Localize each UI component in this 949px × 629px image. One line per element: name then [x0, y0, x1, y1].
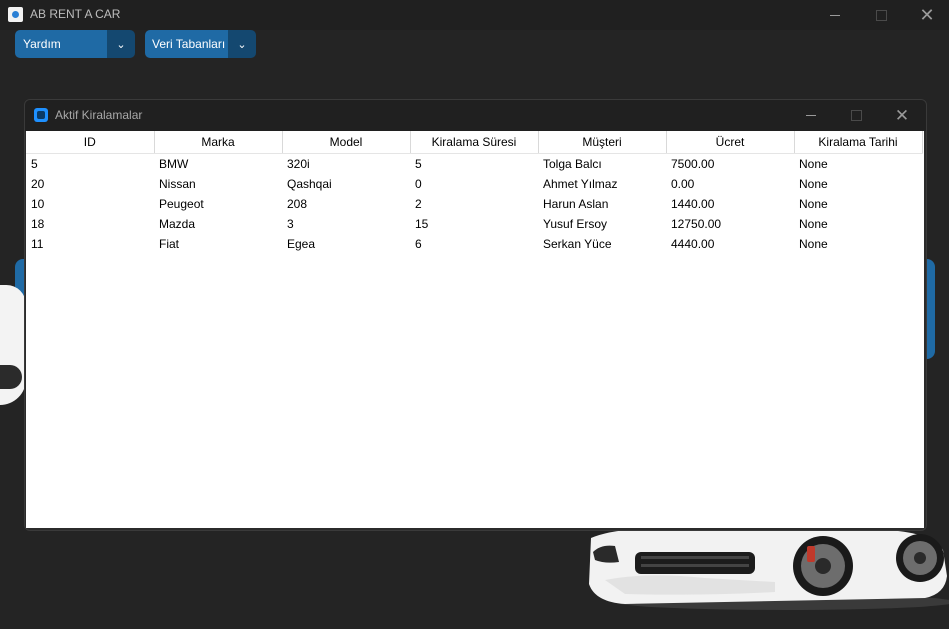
table-cell: 5 — [415, 157, 422, 171]
car-image — [589, 528, 949, 610]
table-cell: Ahmet Yılmaz — [543, 177, 618, 191]
window-title: AB RENT A CAR — [30, 7, 121, 21]
child-title-bar: Aktif Kiralamalar ✕ — [25, 100, 926, 131]
table-cell: 7500.00 — [671, 157, 715, 171]
table-cell: 2 — [415, 197, 422, 211]
table-cell: Yusuf Ersoy — [543, 217, 608, 231]
close-icon[interactable]: ✕ — [879, 100, 925, 131]
table-row[interactable]: 11 Fiat Egea 6 Serkan Yüce 4440.00 None — [26, 234, 922, 254]
table-cell: 3 — [287, 217, 294, 231]
title-bar: AB RENT A CAR ✕ — [0, 0, 949, 30]
help-option-menu-label[interactable]: Yardım — [15, 30, 107, 58]
table-cell: Harun Aslan — [543, 197, 609, 211]
column-header-id[interactable]: ID — [26, 131, 155, 154]
table-row[interactable]: 20 Nissan Qashqai 0 Ahmet Yılmaz 0.00 No… — [26, 174, 922, 194]
table-cell: None — [799, 157, 828, 171]
maximize-icon[interactable] — [858, 0, 904, 30]
close-icon[interactable]: ✕ — [904, 0, 949, 30]
column-header-duration[interactable]: Kiralama Süresi — [410, 131, 539, 154]
table-cell: 1440.00 — [671, 197, 715, 211]
table-cell: Mazda — [159, 217, 196, 231]
table-cell: Nissan — [159, 177, 196, 191]
table-cell: 11 — [31, 237, 44, 251]
table-cell: Serkan Yüce — [543, 237, 612, 251]
table-cell: BMW — [159, 157, 189, 171]
table-cell: 15 — [415, 217, 429, 231]
table-cell: 0 — [415, 177, 422, 191]
active-rentals-window: Aktif Kiralamalar ✕ ID Marka Model Kiral… — [24, 99, 927, 531]
table-cell: 320i — [287, 157, 310, 171]
chevron-down-icon[interactable]: ⌄ — [107, 30, 135, 58]
table-cell: 208 — [287, 197, 308, 211]
table-cell: 4440.00 — [671, 237, 715, 251]
window-app-icon — [34, 108, 48, 122]
databases-option-menu[interactable]: Veri Tabanları ⌄ — [145, 30, 256, 58]
table-cell: 10 — [31, 197, 45, 211]
help-option-menu[interactable]: Yardım ⌄ — [15, 30, 135, 58]
child-window-title: Aktif Kiralamalar — [55, 108, 143, 122]
app-icon — [8, 7, 23, 22]
databases-option-menu-label[interactable]: Veri Tabanları — [145, 30, 228, 58]
table-cell: None — [799, 217, 828, 231]
table-header-row: ID Marka Model Kiralama Süresi Müşteri Ü… — [26, 131, 923, 154]
table-cell: 5 — [31, 157, 38, 171]
table-cell: None — [799, 237, 828, 251]
column-header-model[interactable]: Model — [282, 131, 411, 154]
rentals-table: ID Marka Model Kiralama Süresi Müşteri Ü… — [26, 131, 923, 254]
minimize-icon[interactable] — [788, 100, 834, 131]
table-cell: 20 — [31, 177, 45, 191]
minimize-icon[interactable] — [812, 0, 858, 30]
table-row[interactable]: 5 BMW 320i 5 Tolga Balcı 7500.00 None — [26, 154, 922, 175]
table-cell: 0.00 — [671, 177, 695, 191]
table-cell: Tolga Balcı — [543, 157, 602, 171]
table-cell: Fiat — [159, 237, 180, 251]
table-cell: 6 — [415, 237, 422, 251]
column-header-date[interactable]: Kiralama Tarihi — [794, 131, 923, 154]
table-cell: None — [799, 197, 828, 211]
table-row[interactable]: 10 Peugeot 208 2 Harun Aslan 1440.00 Non… — [26, 194, 922, 214]
column-header-fee[interactable]: Ücret — [666, 131, 795, 154]
column-header-customer[interactable]: Müşteri — [538, 131, 667, 154]
maximize-icon[interactable] — [833, 100, 879, 131]
rentals-table-area: ID Marka Model Kiralama Süresi Müşteri Ü… — [26, 131, 924, 528]
table-row[interactable]: 18 Mazda 3 15 Yusuf Ersoy 12750.00 None — [26, 214, 922, 234]
table-cell: Qashqai — [287, 177, 332, 191]
table-cell: Peugeot — [159, 197, 204, 211]
chevron-down-icon[interactable]: ⌄ — [228, 30, 256, 58]
table-cell: 18 — [31, 217, 45, 231]
table-cell: 12750.00 — [671, 217, 722, 231]
table-cell: Egea — [287, 237, 316, 251]
car-image-left — [0, 285, 26, 405]
table-cell: None — [799, 177, 828, 191]
column-header-brand[interactable]: Marka — [154, 131, 283, 154]
